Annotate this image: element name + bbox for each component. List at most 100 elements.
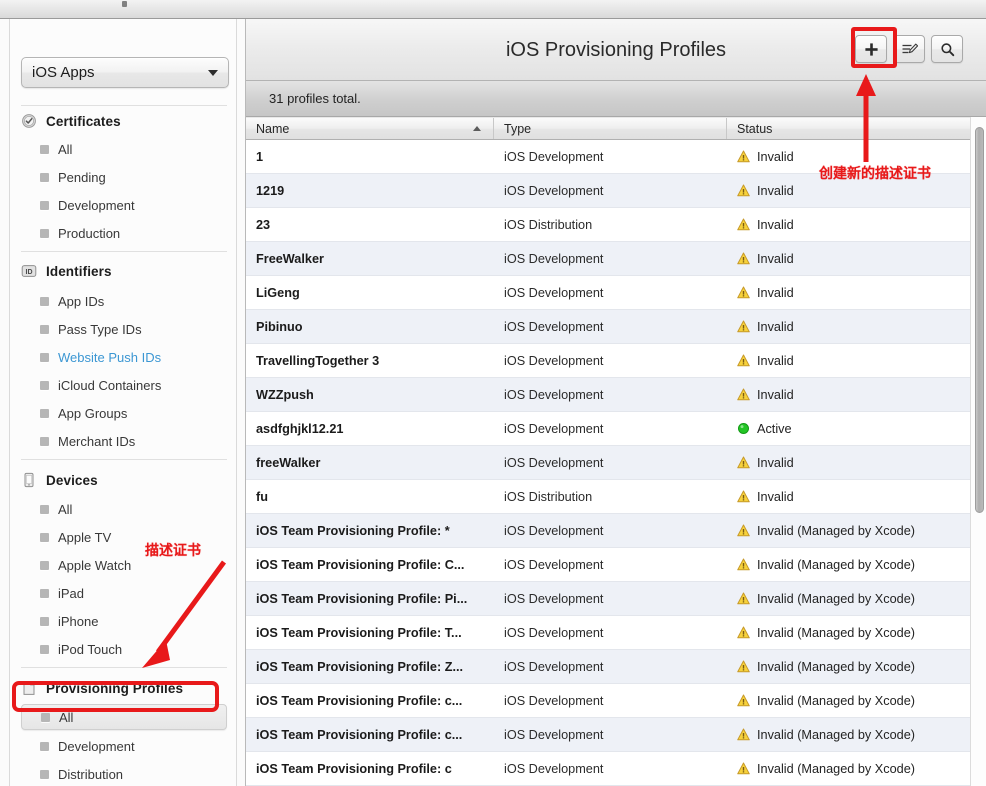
edit-profiles-button[interactable]: [893, 35, 925, 63]
bullet-icon: [40, 589, 49, 598]
cell-status: Invalid: [727, 456, 970, 470]
sidebar-item-ipod-touch[interactable]: iPod Touch: [21, 639, 227, 660]
sidebar-item-pass-type-ids[interactable]: Pass Type IDs: [21, 319, 227, 340]
app-type-selector-box[interactable]: iOS Apps: [21, 57, 229, 88]
bullet-icon: [40, 505, 49, 514]
cell-name: iOS Team Provisioning Profile: Pi...: [256, 591, 468, 606]
column-header-label: Type: [504, 121, 532, 136]
sidebar-item-merchant-ids[interactable]: Merchant IDs: [21, 431, 227, 452]
sidebar-item-devices-all[interactable]: All: [21, 499, 227, 520]
bullet-icon: [40, 325, 49, 334]
cell-type: iOS Development: [504, 659, 604, 674]
cell-status: Invalid: [727, 218, 970, 232]
sidebar-group-label: Provisioning Profiles: [46, 680, 184, 696]
sidebar-item-iphone[interactable]: iPhone: [21, 611, 227, 632]
sidebar-item-label: iPhone: [58, 614, 99, 629]
cell-name: asdfghjkl12.21: [256, 421, 344, 436]
table-row[interactable]: Pibinuo iOS Development Invalid: [246, 310, 986, 344]
table-row[interactable]: iOS Team Provisioning Profile: c iOS Deve…: [246, 752, 986, 786]
column-header-label: Name: [256, 121, 290, 136]
table-scrollbar[interactable]: [970, 117, 986, 786]
sidebar-item-label: App Groups: [58, 406, 128, 421]
sidebar-item-profiles-development[interactable]: Development: [21, 736, 227, 757]
sidebar-group-certificates[interactable]: Certificates: [21, 113, 121, 129]
warning-icon: [737, 320, 750, 333]
cell-status: Invalid: [727, 184, 970, 198]
table-row[interactable]: fu iOS Distribution Invalid: [246, 480, 986, 514]
table-row[interactable]: asdfghjkl12.21 iOS Development Active: [246, 412, 986, 446]
table-row[interactable]: iOS Team Provisioning Profile: c... iOS D…: [246, 684, 986, 718]
edit-list-icon: [902, 43, 918, 53]
sidebar-item-profiles-distribution[interactable]: Distribution: [21, 764, 227, 785]
warning-icon: [737, 354, 750, 367]
table-row[interactable]: iOS Team Provisioning Profile: * iOS Deve…: [246, 514, 986, 548]
cell-name: LiGeng: [256, 285, 300, 300]
sidebar-item-certificates-development[interactable]: Development: [21, 195, 227, 216]
sidebar-item-label: iPod Touch: [58, 642, 123, 657]
cell-name: fu: [256, 489, 268, 504]
add-profile-button[interactable]: [855, 35, 887, 63]
search-profiles-button[interactable]: [931, 35, 963, 63]
table-row[interactable]: 23 iOS Distribution Invalid: [246, 208, 986, 242]
status-label: Invalid (Managed by Xcode): [757, 727, 915, 742]
cell-type: iOS Development: [504, 761, 604, 776]
table-row[interactable]: WZZpush iOS Development Invalid: [246, 378, 986, 412]
cell-status: Invalid: [727, 286, 970, 300]
sidebar-item-label: All: [58, 142, 73, 157]
column-header-name[interactable]: Name: [246, 118, 494, 139]
sidebar-item-profiles-all[interactable]: All: [21, 704, 227, 730]
app-type-selector[interactable]: iOS Apps: [21, 57, 229, 88]
profiles-table: Name Type Status 1 iOS Development Invalid…: [246, 117, 986, 786]
column-header-status[interactable]: Status: [727, 118, 970, 139]
warning-icon: [737, 592, 750, 605]
bullet-icon: [40, 742, 49, 751]
sidebar-group-identifiers[interactable]: ID Identifiers: [21, 263, 112, 279]
status-label: Invalid: [757, 353, 794, 368]
table-row[interactable]: iOS Team Provisioning Profile: Z... iOS D…: [246, 650, 986, 684]
window-chrome-strip: [0, 0, 986, 19]
main-header: iOS Provisioning Profiles: [246, 19, 986, 81]
cell-status: Invalid: [727, 388, 970, 402]
table-row[interactable]: FreeWalker iOS Development Invalid: [246, 242, 986, 276]
cell-type: iOS Development: [504, 319, 604, 334]
sidebar: iOS Apps Certificates All Pending Develo…: [0, 19, 246, 786]
table-row[interactable]: iOS Team Provisioning Profile: T... iOS D…: [246, 616, 986, 650]
table-row[interactable]: iOS Team Provisioning Profile: c... iOS D…: [246, 718, 986, 752]
sidebar-item-ipad[interactable]: iPad: [21, 583, 227, 604]
cell-type: iOS Distribution: [504, 217, 593, 232]
table-row[interactable]: iOS Team Provisioning Profile: Pi... iOS …: [246, 582, 986, 616]
sidebar-item-website-push-ids[interactable]: Website Push IDs: [21, 347, 227, 368]
annotation-label-create-profile: 创建新的描述证书: [819, 166, 931, 182]
svg-text:ID: ID: [26, 269, 33, 276]
sort-ascending-icon: [473, 126, 481, 131]
certificate-seal-icon: [21, 113, 37, 129]
cell-status: Invalid: [727, 490, 970, 504]
table-row[interactable]: freeWalker iOS Development Invalid: [246, 446, 986, 480]
table-row[interactable]: iOS Team Provisioning Profile: C... iOS D…: [246, 548, 986, 582]
sidebar-item-app-ids[interactable]: App IDs: [21, 291, 227, 312]
search-icon: [940, 42, 954, 56]
sidebar-divider-3: [21, 459, 227, 460]
sidebar-item-label: App IDs: [58, 294, 105, 309]
sidebar-item-icloud-containers[interactable]: iCloud Containers: [21, 375, 227, 396]
cell-type: iOS Development: [504, 285, 604, 300]
cell-name: 23: [256, 217, 271, 232]
sidebar-item-app-groups[interactable]: App Groups: [21, 403, 227, 424]
column-header-type[interactable]: Type: [494, 118, 727, 139]
id-badge-icon: ID: [21, 263, 37, 279]
sidebar-item-certificates-all[interactable]: All: [21, 139, 227, 160]
chevron-down-icon: [208, 69, 218, 76]
device-phone-icon: [21, 472, 37, 488]
sidebar-group-devices[interactable]: Devices: [21, 472, 98, 488]
table-row[interactable]: TravellingTogether 3 iOS Development Inval…: [246, 344, 986, 378]
sidebar-divider-1: [21, 105, 227, 106]
sidebar-item-certificates-pending[interactable]: Pending: [21, 167, 227, 188]
cell-name: TravellingTogether 3: [256, 353, 380, 368]
table-row[interactable]: LiGeng iOS Development Invalid: [246, 276, 986, 310]
sidebar-item-certificates-production[interactable]: Production: [21, 223, 227, 244]
sidebar-group-provisioning-profiles[interactable]: Provisioning Profiles: [21, 680, 183, 696]
cell-status: Invalid: [727, 150, 970, 164]
status-label: Invalid: [757, 285, 794, 300]
table-scrollbar-thumb[interactable]: [975, 127, 984, 513]
cell-name: Pibinuo: [256, 319, 303, 334]
